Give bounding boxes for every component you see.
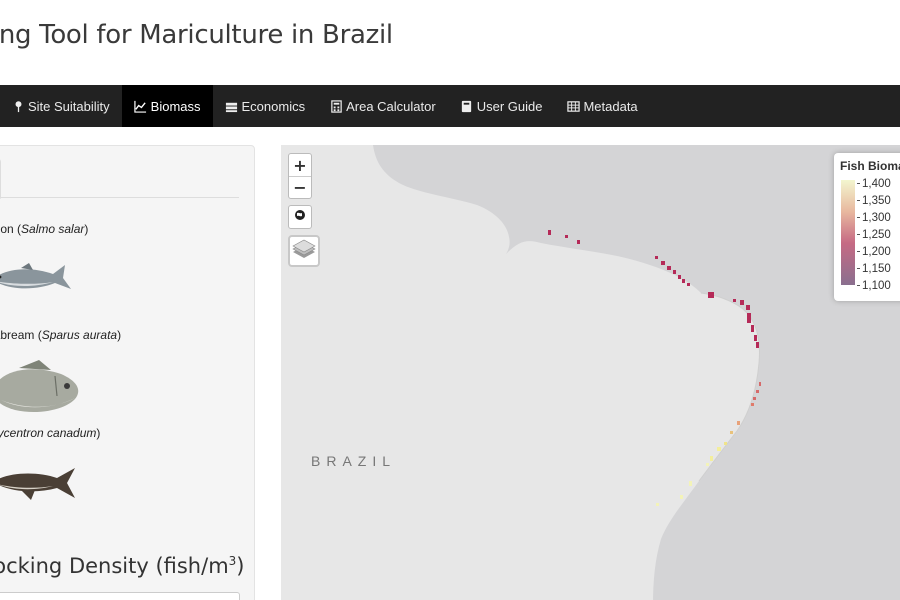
app-title: ting Tool for Mariculture in Brazil — [0, 20, 393, 50]
seabream-image — [0, 360, 79, 413]
salmon-image — [0, 263, 71, 289]
legend-label: 1,250 — [857, 229, 891, 241]
sidebar-tab[interactable] — [0, 158, 1, 199]
sidebar-panel: es almon (Salmo salar) seabream (Sparus … — [0, 145, 255, 600]
nav-label: Metadata — [583, 98, 638, 114]
nav-site-suitability[interactable]: Site Suitability — [0, 85, 122, 127]
calculator-icon — [329, 99, 343, 113]
legend-title: Fish Biomas — [840, 159, 900, 173]
zoom-in-button[interactable]: + — [289, 154, 311, 176]
book-icon — [460, 99, 474, 113]
cobia-image — [0, 468, 75, 500]
nav-user-guide[interactable]: User Guide — [448, 85, 555, 127]
legend-label: 1,200 — [857, 246, 891, 258]
nav-label: User Guide — [476, 98, 543, 114]
map-panel[interactable]: + − BRAZIL Fish Biomas 1,400 1,350 1,300… — [281, 145, 900, 600]
line-chart-icon — [134, 99, 148, 113]
species-option-salmon[interactable]: almon (Salmo salar) — [0, 222, 88, 236]
nav-area-calculator[interactable]: Area Calculator — [317, 85, 448, 127]
stocking-density-input[interactable] — [0, 592, 240, 600]
nav-label: Economics — [241, 98, 306, 114]
nav-label: Area Calculator — [346, 98, 436, 114]
basemap — [281, 145, 900, 600]
globe-icon — [294, 208, 306, 226]
money-stack-icon — [225, 99, 239, 113]
legend-label: 1,350 — [857, 195, 891, 207]
nav-metadata[interactable]: Metadata — [554, 85, 649, 127]
species-option-seabream[interactable]: seabream (Sparus aurata) — [0, 328, 121, 342]
legend-label: 1,300 — [857, 212, 891, 224]
map-pin-icon — [11, 99, 25, 113]
sidebar-tab-bar — [0, 146, 239, 199]
nav-label: Site Suitability — [28, 98, 110, 114]
table-icon — [566, 99, 580, 113]
nav-economics[interactable]: Economics — [213, 85, 318, 127]
main-navbar: Site Suitability Biomass Economics Area … — [0, 85, 900, 127]
legend-label: 1,100 — [857, 280, 891, 292]
zoom-out-button[interactable]: − — [289, 176, 311, 198]
locate-button[interactable] — [288, 205, 312, 229]
zoom-control: + − — [288, 153, 312, 199]
biomass-legend: Fish Biomas 1,400 1,350 1,300 1,250 1,20… — [834, 153, 900, 301]
legend-label: 1,400 — [857, 178, 891, 190]
stocking-density-title: tocking Density (fish/m3) — [0, 554, 245, 578]
country-label: BRAZIL — [311, 453, 397, 469]
legend-color-bar — [841, 180, 855, 285]
nav-biomass[interactable]: Biomass — [121, 85, 213, 127]
legend-label: 1,150 — [857, 263, 891, 275]
species-option-cobia[interactable]: chycentron canadum) — [0, 426, 100, 440]
layers-icon — [291, 238, 317, 265]
layers-button[interactable] — [288, 235, 320, 267]
nav-label: Biomass — [150, 98, 201, 114]
